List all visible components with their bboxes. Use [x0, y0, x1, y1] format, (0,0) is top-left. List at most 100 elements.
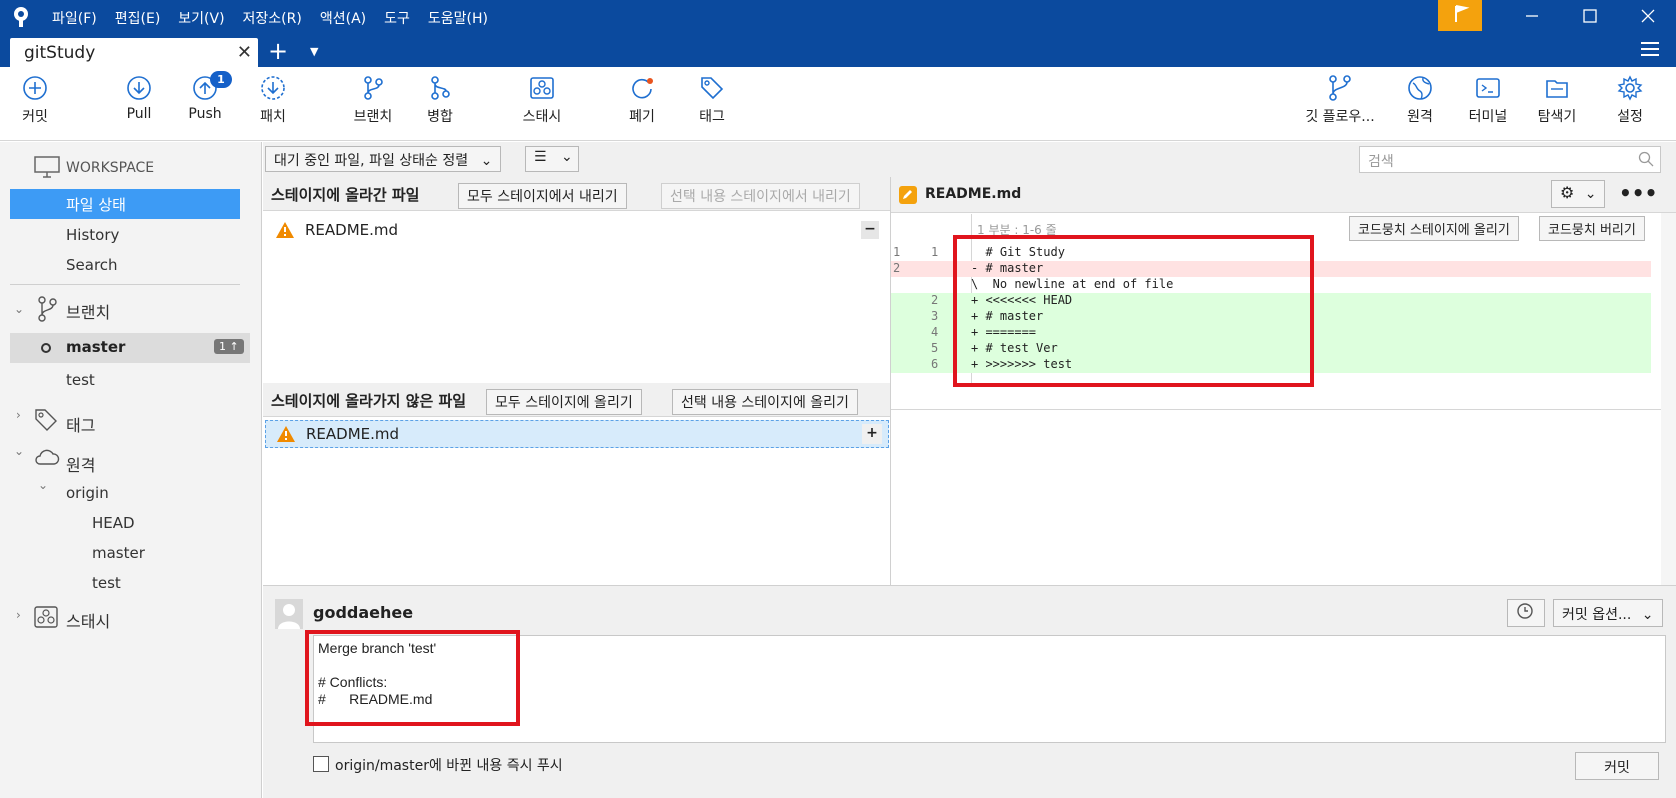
diff-options-dropdown[interactable]: ⚙ ⌄	[1551, 180, 1605, 208]
sidebar-remote-head[interactable]: HEAD	[92, 514, 135, 532]
close-tab-icon[interactable]: ✕	[237, 42, 252, 63]
menu-tools[interactable]: 도구	[384, 8, 410, 28]
view-mode-dropdown[interactable]: ☰ ⌄	[525, 146, 579, 172]
commit-button-label: 커밋	[22, 109, 48, 125]
stash-button[interactable]: 스태시	[516, 75, 568, 126]
minimize-icon[interactable]	[1522, 6, 1542, 26]
gear-icon	[1617, 75, 1643, 101]
patch-button[interactable]: 패치	[252, 75, 294, 126]
remote-button[interactable]: 원격	[1400, 75, 1440, 126]
settings-button[interactable]: 설정	[1610, 75, 1650, 126]
unstage-file-icon[interactable]: −	[861, 221, 879, 239]
branch-master-label: master	[66, 338, 126, 356]
current-branch-icon	[41, 343, 51, 353]
stage-hunk-button[interactable]: 코드뭉치 스테이지에 올리기	[1349, 216, 1519, 241]
menu-edit[interactable]: 편집(E)	[115, 8, 161, 28]
workspace-heading: WORKSPACE	[66, 160, 155, 176]
search-icon	[1638, 151, 1654, 167]
sidebar-remotes-heading[interactable]: 원격	[66, 452, 95, 476]
merge-button-label: 병합	[427, 109, 453, 125]
chevron-down-icon: ⌄	[1584, 186, 1597, 202]
sidebar-tags-heading[interactable]: 태그	[66, 412, 95, 436]
diff-filename: README.md	[925, 186, 1022, 202]
chevron-right-icon[interactable]: ›	[16, 608, 21, 622]
staged-files-panel: 스테이지에 올라간 파일 모두 스테이지에서 내리기 선택 내용 스테이지에서 …	[263, 177, 891, 383]
menu-repository[interactable]: 저장소(R)	[243, 8, 302, 28]
search-input[interactable]: 검색	[1359, 146, 1661, 173]
unstage-selected-button[interactable]: 선택 내용 스테이지에서 내리기	[661, 183, 860, 209]
sidebar-branch-master[interactable]: master 1 ↑	[10, 333, 250, 363]
menu-help[interactable]: 도움말(H)	[428, 8, 488, 28]
git-flow-button[interactable]: 깃 플로우...	[1300, 75, 1380, 126]
commit-submit-button[interactable]: 커밋	[1575, 752, 1659, 780]
chevron-down-icon[interactable]: ⌄	[14, 302, 24, 316]
sort-dropdown[interactable]: 대기 중인 파일, 파일 상태순 정렬 ⌄	[265, 146, 502, 172]
menu-actions[interactable]: 액션(A)	[320, 8, 366, 28]
tag-button-label: 태그	[699, 109, 725, 125]
tab-dropdown-icon[interactable]: ▼	[310, 45, 318, 58]
push-button-label: Push	[188, 106, 222, 122]
pull-button-label: Pull	[126, 106, 152, 122]
notification-flag-button[interactable]	[1438, 0, 1482, 31]
more-options-icon[interactable]: •••	[1619, 181, 1657, 205]
unstage-all-button[interactable]: 모두 스테이지에서 내리기	[458, 183, 627, 209]
diff-scrollbar[interactable]	[1661, 213, 1676, 585]
close-window-icon[interactable]	[1638, 6, 1658, 26]
push-immediately-checkbox[interactable]	[313, 756, 329, 772]
commit-options-dropdown[interactable]: 커밋 옵션... ⌄	[1553, 599, 1663, 627]
explorer-button[interactable]: 탐색기	[1534, 75, 1580, 126]
stage-selected-button[interactable]: 선택 내용 스테이지에 올리기	[672, 389, 858, 415]
stash-icon	[34, 606, 58, 628]
sourcetree-logo-icon	[14, 7, 28, 27]
highlight-box	[953, 235, 1314, 387]
sidebar-remote-master[interactable]: master	[92, 544, 145, 562]
push-button[interactable]: 1 Push	[184, 71, 232, 122]
menu-bar: 파일(F) 편집(E) 보기(V) 저장소(R) 액션(A) 도구 도움말(H)	[52, 8, 506, 28]
chevron-down-icon[interactable]: ⌄	[14, 444, 24, 458]
stash-icon	[530, 77, 554, 99]
discard-hunk-button[interactable]: 코드뭉치 버리기	[1539, 216, 1645, 241]
sidebar-stash-heading[interactable]: 스태시	[66, 608, 110, 632]
sidebar-remote-test[interactable]: test	[92, 574, 121, 592]
gear-icon: ⚙	[1560, 183, 1575, 202]
sidebar-item-file-status[interactable]: 파일 상태	[10, 189, 240, 219]
commit-options-label: 커밋 옵션...	[1562, 607, 1632, 623]
sidebar-branch-test[interactable]: test	[66, 371, 95, 389]
pull-button[interactable]: Pull	[118, 75, 160, 122]
stage-all-button[interactable]: 모두 스테이지에 올리기	[486, 389, 642, 415]
staged-file-name: README.md	[305, 221, 399, 239]
merge-button[interactable]: 병합	[420, 75, 460, 126]
commit-area: goddaehee 커밋 옵션... ⌄ Merge branch 'test'…	[263, 585, 1676, 798]
tag-button[interactable]: 태그	[692, 75, 732, 126]
new-tab-icon[interactable]: +	[268, 37, 288, 65]
sidebar-item-history[interactable]: History	[66, 226, 119, 244]
unstaged-file-row[interactable]: README.md +	[265, 420, 889, 448]
maximize-icon[interactable]	[1580, 6, 1600, 26]
sidebar-item-file-status-label: 파일 상태	[66, 196, 126, 214]
stage-file-icon[interactable]: +	[862, 424, 882, 444]
discard-button[interactable]: 폐기	[622, 75, 662, 126]
commit-history-button[interactable]	[1507, 599, 1545, 627]
divider	[891, 409, 1676, 410]
sidebar-item-search[interactable]: Search	[66, 256, 118, 274]
branch-button[interactable]: 브랜치	[348, 75, 398, 126]
monitor-icon	[34, 156, 60, 178]
user-icon	[278, 604, 300, 629]
sidebar-branches-heading[interactable]: 브랜치	[66, 299, 110, 323]
menu-view[interactable]: 보기(V)	[178, 8, 224, 28]
commit-button[interactable]: 커밋	[14, 75, 56, 126]
remote-button-label: 원격	[1407, 109, 1433, 125]
push-count-badge: 1	[210, 71, 232, 88]
chevron-down-icon[interactable]: ⌄	[38, 478, 48, 492]
branch-icon	[38, 296, 57, 322]
menu-file[interactable]: 파일(F)	[52, 8, 97, 28]
repo-tab[interactable]: gitStudy ✕	[10, 38, 258, 67]
chevron-right-icon[interactable]: ›	[16, 408, 21, 422]
tag-icon	[35, 409, 57, 431]
filter-bar: 대기 중인 파일, 파일 상태순 정렬 ⌄ ☰ ⌄ 검색	[263, 142, 1676, 177]
staged-file-row[interactable]: README.md −	[265, 217, 889, 245]
sidebar-remote-origin[interactable]: origin	[66, 484, 109, 502]
terminal-button[interactable]: 터미널	[1466, 75, 1510, 126]
conflict-warning-icon	[276, 222, 294, 238]
hamburger-menu-icon[interactable]	[1640, 41, 1660, 57]
